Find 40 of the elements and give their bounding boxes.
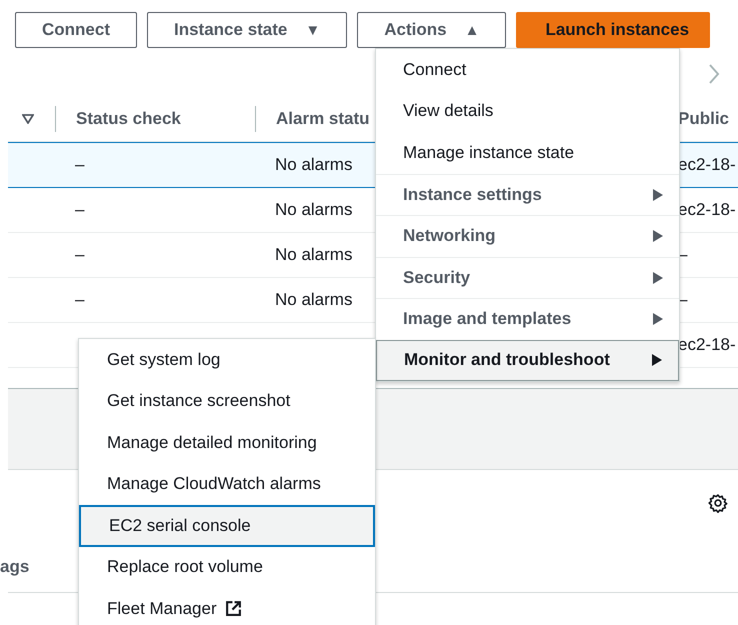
menu-item[interactable]: Security bbox=[376, 256, 679, 298]
caret-right-icon bbox=[653, 313, 663, 326]
menu-item[interactable]: Connect bbox=[376, 49, 679, 90]
table-cell: No alarms bbox=[275, 200, 352, 219]
table-cell: No alarms bbox=[275, 245, 352, 264]
settings-icon[interactable] bbox=[708, 493, 728, 513]
sort-icon[interactable] bbox=[22, 114, 34, 124]
table-cell: – bbox=[75, 245, 84, 264]
menu-item[interactable]: Instance settings bbox=[376, 174, 679, 215]
launch-button[interactable]: Launch instances bbox=[516, 12, 710, 48]
menu-item[interactable]: Get system log bbox=[79, 339, 375, 380]
toolbar-button[interactable]: Connect bbox=[15, 12, 137, 48]
column-header[interactable]: Status check bbox=[76, 109, 181, 129]
menu-item[interactable]: Manage detailed monitoring bbox=[79, 422, 375, 464]
menu-item[interactable]: View details bbox=[376, 90, 679, 132]
column-header[interactable]: Alarm statu bbox=[276, 109, 370, 129]
table-cell: ec2-18- bbox=[678, 200, 736, 219]
table-cell: No alarms bbox=[275, 155, 352, 174]
table-cell: – bbox=[75, 155, 84, 174]
table-cell: – bbox=[75, 200, 84, 219]
caret-right-icon bbox=[652, 354, 662, 366]
table-cell: ec2-18- bbox=[678, 335, 736, 354]
table-cell: No alarms bbox=[275, 290, 352, 309]
table-cell: – bbox=[75, 290, 84, 309]
caret-right-icon bbox=[653, 230, 663, 242]
caret-right-icon bbox=[653, 272, 663, 284]
column-header[interactable]: Public bbox=[678, 109, 730, 128]
tab-label[interactable]: ags bbox=[0, 557, 30, 577]
menu-item[interactable]: Fleet Manager bbox=[79, 588, 375, 625]
caret-right-icon bbox=[653, 188, 663, 201]
toolbar-button[interactable]: Instance state ▼ bbox=[147, 12, 348, 48]
table-cell: ec2-18- bbox=[678, 155, 736, 174]
external-link-icon bbox=[224, 600, 242, 618]
menu-item[interactable]: Networking bbox=[376, 215, 679, 256]
menu-item[interactable]: EC2 serial console bbox=[79, 505, 375, 546]
toolbar-button[interactable]: Actions ▲ bbox=[357, 12, 506, 48]
menu-item[interactable]: Get instance screenshot bbox=[79, 380, 375, 422]
menu-item[interactable]: Monitor and troubleshoot bbox=[376, 340, 679, 381]
menu-item[interactable]: Replace root volume bbox=[79, 546, 375, 588]
menu-item[interactable]: Manage CloudWatch alarms bbox=[79, 464, 375, 505]
